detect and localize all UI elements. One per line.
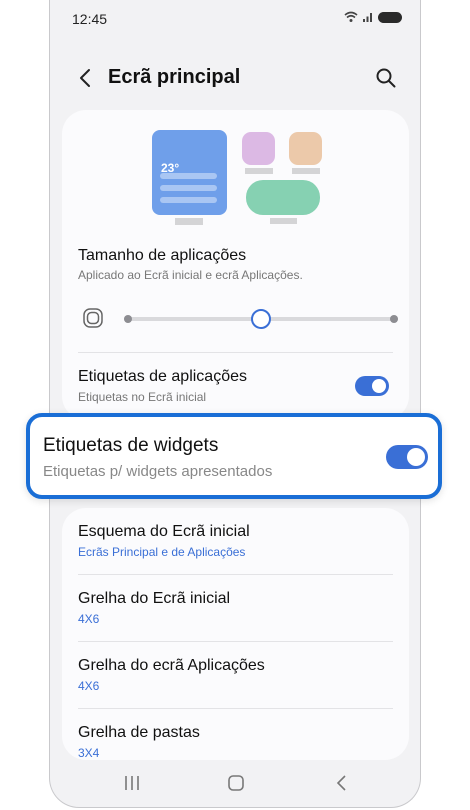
list-item-value: 4X6 [78, 679, 100, 693]
search-icon[interactable] [374, 66, 398, 90]
list-item-value: 4X6 [78, 612, 100, 626]
status-bar: 12:45 [50, 0, 420, 40]
app-size-preview [152, 130, 322, 225]
battery-icon [378, 11, 402, 23]
list-item[interactable]: Grelha do Ecrã inicial 4X6 [62, 575, 409, 641]
app-icon-preview-purple [242, 132, 275, 165]
list-item-title: Grelha de pastas [78, 724, 200, 741]
app-grid-icon [83, 308, 103, 328]
back-nav-icon[interactable] [334, 774, 348, 792]
wifi-icon [344, 11, 358, 22]
app-size-slider[interactable] [124, 308, 398, 329]
app-size-subtitle: Aplicado ao Ecrã inicial e ecrã Aplicaçõ… [78, 268, 303, 282]
app-icon-preview-orange [289, 132, 322, 165]
app-size-title: Tamanho de aplicações [78, 247, 247, 264]
page-title: Ecrã principal [108, 66, 241, 88]
slider-thumb[interactable] [250, 309, 271, 329]
app-labels-title: Etiquetas de aplicações [78, 368, 247, 385]
home-icon[interactable] [227, 774, 245, 792]
widget-labels-title: Etiquetas de widgets [43, 435, 219, 456]
recent-apps-icon[interactable] [122, 774, 142, 792]
list-item-title: Grelha do ecrã Aplicações [78, 657, 265, 674]
list-item-title: Grelha do Ecrã inicial [78, 590, 231, 607]
list-item-value: Ecrãs Principal e de Aplicações [78, 545, 246, 559]
back-arrow-icon[interactable] [74, 66, 98, 90]
widget-labels-highlight[interactable]: Etiquetas de widgets Etiquetas p/ widget… [26, 413, 442, 499]
widget-labels-subtitle: Etiquetas p/ widgets apresentados [43, 463, 273, 480]
settings-card-bottom: Esquema do Ecrã inicial Ecrãs Principal … [62, 508, 409, 760]
navigation-bar [50, 768, 420, 800]
list-item-value: 3X4 [78, 746, 100, 760]
widget-labels-toggle[interactable] [386, 445, 428, 469]
app-labels-subtitle: Etiquetas no Ecrã inicial [78, 390, 207, 404]
app-header: Ecrã principal [50, 52, 420, 106]
signal-icon [363, 13, 372, 22]
list-item[interactable]: Esquema do Ecrã inicial Ecrãs Principal … [62, 508, 409, 574]
widget-temp-label: 23° [161, 161, 180, 175]
app-labels-toggle[interactable] [355, 376, 389, 396]
list-item[interactable]: Grelha do ecrã Aplicações 4X6 [62, 642, 409, 708]
phone-screen: 12:45 Ecrã principal 23° Tamanho de apli… [49, 0, 421, 808]
list-item-title: Esquema do Ecrã inicial [78, 523, 250, 540]
settings-card-top: 23° Tamanho de aplicações Aplicado ao Ec… [62, 110, 409, 420]
list-item[interactable]: Grelha de pastas 3X4 [62, 709, 409, 769]
status-time: 12:45 [72, 11, 108, 27]
small-widget-preview [246, 180, 320, 215]
divider [78, 352, 393, 353]
